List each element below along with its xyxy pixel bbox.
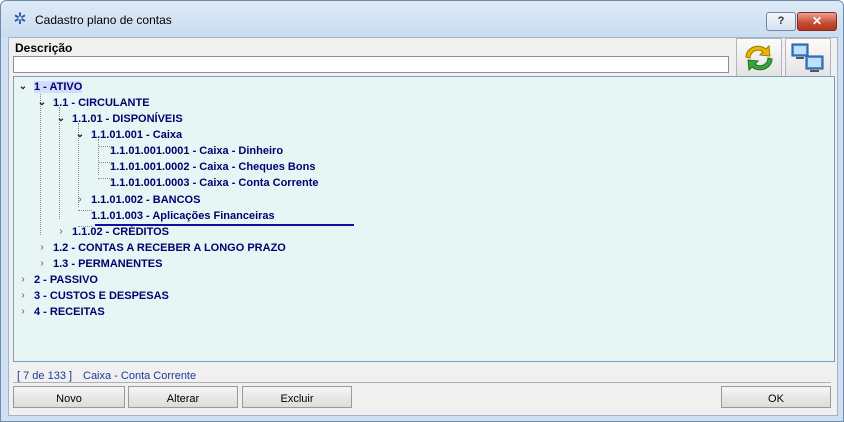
refresh-button[interactable] xyxy=(736,38,782,78)
tree-node-permanentes[interactable]: 1.3 - PERMANENTES xyxy=(53,257,162,272)
expand-icon[interactable]: › xyxy=(18,288,28,303)
tree-node-caixa-cheques[interactable]: 1.1.01.001.0002 - Caixa - Cheques Bons xyxy=(110,160,315,175)
tree-node-disponiveis[interactable]: 1.1.01 - DISPONÍVEIS xyxy=(72,112,183,127)
ok-button[interactable]: OK xyxy=(721,386,831,408)
refresh-icon xyxy=(745,44,773,72)
expand-icon[interactable]: › xyxy=(18,304,28,319)
network-button[interactable] xyxy=(785,38,831,78)
tree-node-passivo[interactable]: 2 - PASSIVO xyxy=(34,273,98,288)
tree-node-circulante[interactable]: 1.1 - CIRCULANTE xyxy=(53,96,150,111)
collapse-icon[interactable]: ⌄ xyxy=(75,127,85,142)
tree-connector xyxy=(78,210,92,211)
tree-connector xyxy=(40,91,41,235)
excluir-button[interactable]: Excluir xyxy=(242,386,352,408)
expand-icon[interactable]: › xyxy=(37,256,47,271)
collapse-icon[interactable]: ⌄ xyxy=(18,79,28,94)
collapse-icon[interactable]: ⌄ xyxy=(56,111,66,126)
tree-node-caixa[interactable]: 1.1.01.001 - Caixa xyxy=(91,128,182,143)
help-button[interactable]: ? xyxy=(766,12,796,31)
app-gear-icon: ✲ xyxy=(13,11,27,28)
expand-icon[interactable]: › xyxy=(56,224,66,239)
expand-icon[interactable]: › xyxy=(18,272,28,287)
window-title: Cadastro plano de contas xyxy=(35,13,172,27)
tree-connector xyxy=(98,139,99,175)
collapse-icon[interactable]: ⌄ xyxy=(37,95,47,110)
tree-node-custos-despesas[interactable]: 3 - CUSTOS E DESPESAS xyxy=(34,289,169,304)
expand-icon[interactable]: › xyxy=(75,192,85,207)
main-window: ✲ Cadastro plano de contas ? ✕ Descrição xyxy=(0,0,844,422)
accounts-tree[interactable]: ⌄ 1 - ATIVO ⌄ 1.1 - CIRCULANTE ⌄ 1.1.01 … xyxy=(13,76,835,362)
tree-node-bancos[interactable]: 1.1.01.002 - BANCOS xyxy=(91,193,200,208)
descricao-input[interactable] xyxy=(13,56,729,73)
network-computers-icon xyxy=(791,43,824,72)
tree-node-aplicacoes[interactable]: 1.1.01.003 - Aplicações Financeiras xyxy=(91,209,275,224)
descricao-label: Descrição xyxy=(15,41,73,55)
close-button[interactable]: ✕ xyxy=(797,12,837,31)
novo-button[interactable]: Novo xyxy=(13,386,125,408)
expand-icon[interactable]: › xyxy=(37,240,47,255)
tree-node-caixa-dinheiro[interactable]: 1.1.01.001.0001 - Caixa - Dinheiro xyxy=(110,144,283,159)
tree-node-contas-receber[interactable]: 1.2 - CONTAS A RECEBER A LONGO PRAZO xyxy=(53,241,286,256)
status-divider xyxy=(13,382,831,383)
title-bar[interactable]: ✲ Cadastro plano de contas ? ✕ xyxy=(1,1,843,37)
alterar-button[interactable]: Alterar xyxy=(128,386,238,408)
tree-node-creditos[interactable]: 1.1.02 - CRÉDITOS xyxy=(72,225,169,240)
tree-node-receitas[interactable]: 4 - RECEITAS xyxy=(34,305,105,320)
window-client-area: Descrição ⌄ 1 - ATIVO ⌄ 1.1 - CIRCULANTE… xyxy=(8,37,838,416)
tree-node-ativo[interactable]: 1 - ATIVO xyxy=(34,80,83,95)
tree-node-caixa-conta-corrente[interactable]: 1.1.01.001.0003 - Caixa - Conta Corrente xyxy=(110,176,318,191)
